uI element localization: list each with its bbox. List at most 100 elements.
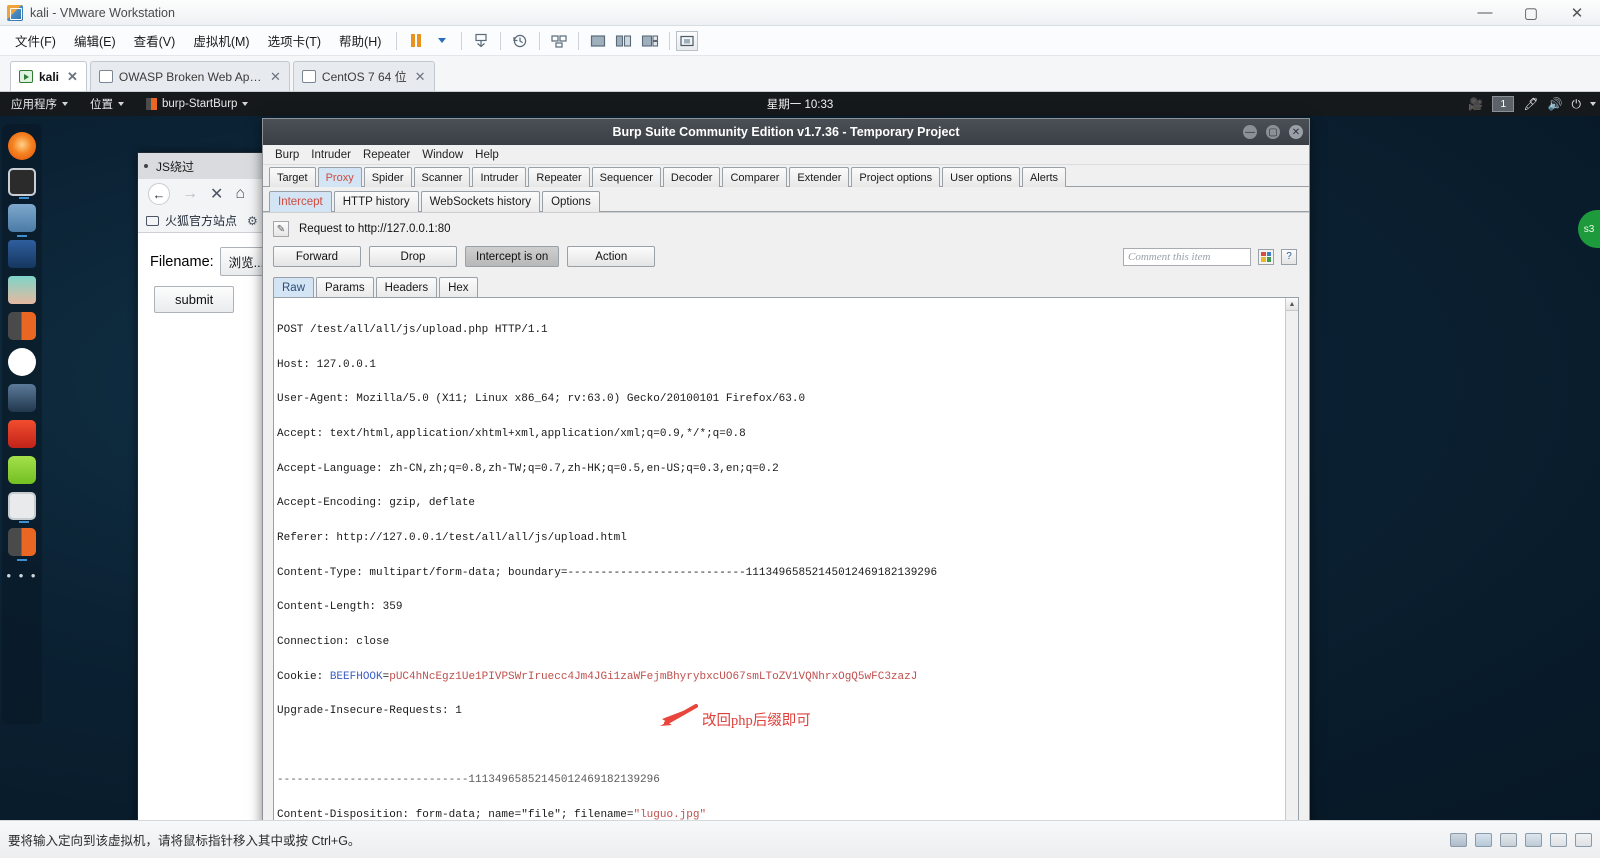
maximize-button[interactable]: ▢ <box>1266 125 1280 139</box>
tab-options[interactable]: Options <box>542 191 600 212</box>
vm-tab-centos[interactable]: CentOS 7 64 位 ✕ <box>292 61 435 91</box>
menu-repeater[interactable]: Repeater <box>357 149 416 161</box>
menu-view[interactable]: 查看(V) <box>125 27 185 54</box>
close-button[interactable]: ✕ <box>1289 125 1303 139</box>
action-button[interactable]: Action <box>567 246 656 267</box>
revert-snapshot-button[interactable] <box>507 30 533 52</box>
ffuf-launcher-icon[interactable] <box>8 420 36 448</box>
close-icon[interactable]: ✕ <box>415 69 426 85</box>
comment-input[interactable]: Comment this item <box>1123 247 1251 266</box>
tab-hex[interactable]: Hex <box>439 277 478 297</box>
fullscreen-button[interactable] <box>676 30 699 51</box>
menu-intruder[interactable]: Intruder <box>305 149 357 161</box>
armitage-launcher-icon[interactable] <box>8 276 36 304</box>
vm-tab-kali[interactable]: kali ✕ <box>10 61 87 91</box>
firefox-tab[interactable]: JS绕过 <box>144 158 194 175</box>
view-multi-button[interactable] <box>611 30 637 52</box>
firefox-launcher-icon[interactable] <box>8 132 36 160</box>
files-launcher-icon[interactable] <box>8 204 36 237</box>
tab-decoder[interactable]: Decoder <box>662 167 721 187</box>
help-icon[interactable]: ? <box>1281 248 1297 265</box>
view-thumbnail-button[interactable] <box>637 30 663 52</box>
tab-scanner[interactable]: Scanner <box>413 167 471 187</box>
minimize-button[interactable]: — <box>1243 125 1257 139</box>
burp-title-bar[interactable]: Burp Suite Community Edition v1.7.36 - T… <box>263 119 1309 145</box>
desktop-edge-widget[interactable]: s3 <box>1578 210 1600 248</box>
burpsuite-launcher-icon[interactable] <box>8 312 36 340</box>
menu-vm[interactable]: 虚拟机(M) <box>184 27 258 54</box>
drop-button[interactable]: Drop <box>369 246 457 267</box>
tab-raw[interactable]: Raw <box>273 277 315 297</box>
brightness-icon[interactable]: 🖊 <box>1523 97 1538 111</box>
close-icon[interactable]: ✕ <box>67 69 78 85</box>
tab-alerts[interactable]: Alerts <box>1021 167 1067 187</box>
home-icon[interactable]: ⌂ <box>235 185 245 203</box>
places-menu[interactable]: 位置 <box>79 92 135 116</box>
applications-menu[interactable]: 应用程序 <box>0 92 79 116</box>
tab-http-history[interactable]: HTTP history <box>333 191 419 212</box>
tab-project-options[interactable]: Project options <box>851 167 941 187</box>
burp-window-icon[interactable] <box>8 528 36 561</box>
workspace-indicator[interactable]: 1 <box>1492 96 1515 112</box>
edit-pencil-icon[interactable]: ✎ <box>273 221 289 237</box>
menu-help[interactable]: Help <box>469 149 505 161</box>
stop-icon[interactable]: ✕ <box>210 184 223 204</box>
menu-tabs[interactable]: 选项卡(T) <box>259 27 330 54</box>
tab-extender[interactable]: Extender <box>789 167 850 187</box>
raw-request-editor[interactable]: POST /test/all/all/js/upload.php HTTP/1.… <box>274 298 1285 820</box>
burp-suite-window[interactable]: Burp Suite Community Edition v1.7.36 - T… <box>262 118 1310 820</box>
hard-disk-icon[interactable] <box>1450 832 1467 847</box>
power-dropdown-button[interactable] <box>429 30 455 52</box>
active-window-menu[interactable]: burp-StartBurp <box>135 92 259 116</box>
menu-file[interactable]: 文件(F) <box>6 27 65 54</box>
forward-button[interactable]: Forward <box>273 246 361 267</box>
screencast-icon[interactable]: 🎥 <box>1468 97 1483 111</box>
blocked-window-icon[interactable] <box>8 492 36 523</box>
snapshot-manager-button[interactable] <box>546 30 572 52</box>
tab-user-options[interactable]: User options <box>942 167 1020 187</box>
view-single-button[interactable] <box>585 30 611 52</box>
scroll-up-icon[interactable]: ▲ <box>1285 298 1298 311</box>
beef-launcher-icon[interactable] <box>8 348 36 376</box>
network-adapter-icon[interactable] <box>1475 832 1492 847</box>
usb-device-icon[interactable] <box>1500 832 1517 847</box>
metasploit-launcher-icon[interactable] <box>8 240 36 268</box>
minimize-button[interactable]: — <box>1462 0 1508 26</box>
display-icon[interactable] <box>1575 832 1592 847</box>
menu-help[interactable]: 帮助(H) <box>330 27 390 54</box>
volume-icon[interactable]: 🔊 <box>1548 97 1563 111</box>
bookmark-label[interactable]: 火狐官方站点 <box>165 212 237 229</box>
show-applications-icon[interactable]: • • • <box>7 568 38 583</box>
menu-burp[interactable]: Burp <box>269 149 305 161</box>
tab-sequencer[interactable]: Sequencer <box>591 167 661 187</box>
close-button[interactable]: ✕ <box>1554 0 1600 26</box>
text-editor-launcher-icon[interactable] <box>8 456 36 484</box>
power-icon[interactable]: ⏻ <box>1572 97 1582 112</box>
vm-tab-owasp[interactable]: OWASP Broken Web Apps VM v... ✕ <box>89 61 290 91</box>
maximize-button[interactable]: ▢ <box>1508 0 1554 26</box>
forward-icon[interactable]: → <box>182 185 198 203</box>
menu-edit[interactable]: 编辑(E) <box>65 27 125 54</box>
tab-proxy[interactable]: Proxy <box>317 167 362 187</box>
tab-comparer[interactable]: Comparer <box>722 167 788 187</box>
printer-icon[interactable] <box>1550 832 1567 847</box>
menu-window[interactable]: Window <box>416 149 469 161</box>
tab-spider[interactable]: Spider <box>363 167 412 187</box>
clock[interactable]: 星期一 10:33 <box>767 96 833 112</box>
tab-headers[interactable]: Headers <box>375 277 438 297</box>
editor-scrollbar[interactable]: ▲ ▼ <box>1285 298 1298 820</box>
tab-target[interactable]: Target <box>269 167 316 187</box>
faraday-launcher-icon[interactable] <box>8 384 36 412</box>
intercept-toggle-button[interactable]: Intercept is on <box>465 246 560 267</box>
back-icon[interactable]: ← <box>148 183 170 205</box>
submit-button[interactable]: submit <box>154 286 235 313</box>
close-icon[interactable]: ✕ <box>270 69 281 85</box>
terminal-launcher-icon[interactable] <box>8 168 36 199</box>
tab-websockets-history[interactable]: WebSockets history <box>420 191 541 212</box>
suspend-button[interactable] <box>403 30 429 52</box>
snapshot-button[interactable] <box>468 30 494 52</box>
tab-repeater[interactable]: Repeater <box>528 167 590 187</box>
tab-intercept[interactable]: Intercept <box>269 191 332 212</box>
chevron-down-icon[interactable] <box>1590 102 1596 106</box>
highlight-color-icon[interactable] <box>1258 248 1274 265</box>
